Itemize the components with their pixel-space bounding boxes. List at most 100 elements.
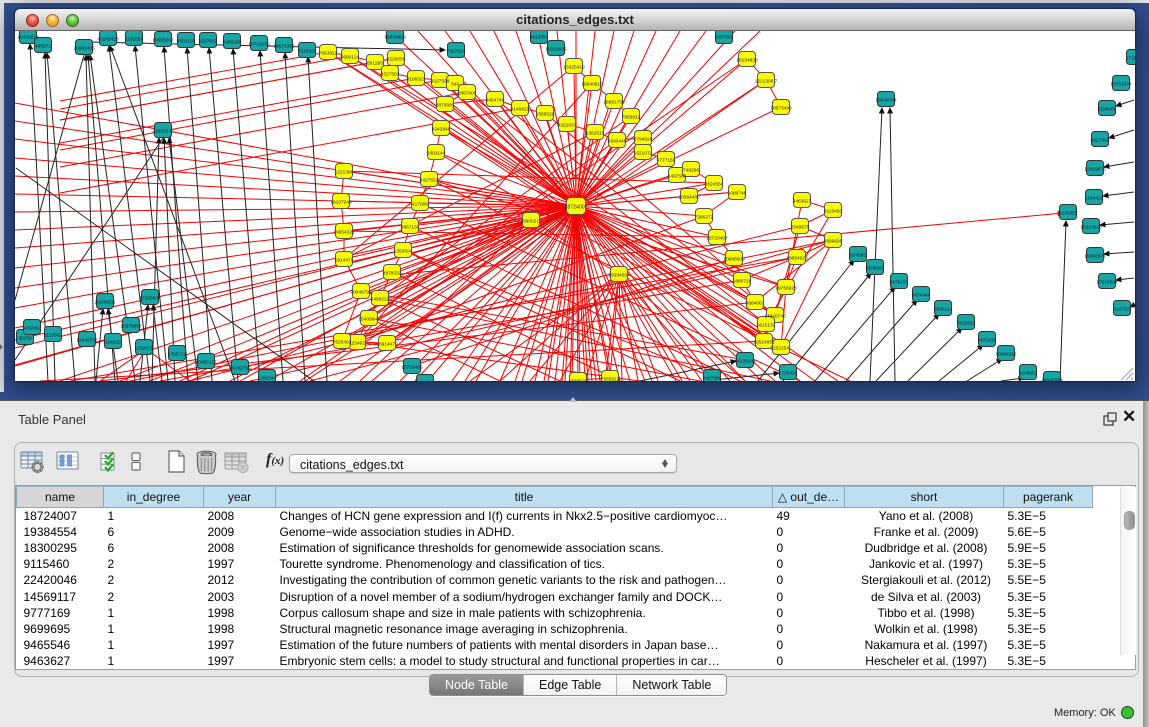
svg-text:15716485: 15716485 (401, 364, 423, 370)
svg-text:8186323: 8186323 (407, 76, 426, 82)
svg-text:16033809: 16033809 (384, 34, 406, 40)
svg-text:16961758: 16961758 (603, 99, 625, 105)
svg-text:1292344: 1292344 (258, 375, 277, 381)
svg-text:6990448: 6990448 (608, 138, 627, 144)
svg-text:9474444: 9474444 (912, 292, 931, 298)
svg-text:2935114: 2935114 (934, 306, 953, 312)
svg-text:14136141: 14136141 (734, 358, 756, 364)
svg-text:3624554: 3624554 (705, 181, 724, 187)
svg-text:10655267: 10655267 (152, 37, 174, 43)
svg-text:20206531: 20206531 (94, 299, 116, 305)
svg-text:16914479: 16914479 (376, 341, 398, 347)
svg-text:8660124: 8660124 (341, 54, 360, 60)
svg-text:3226058: 3226058 (387, 56, 406, 62)
svg-text:12093873: 12093873 (1084, 166, 1106, 172)
svg-text:1353594: 1353594 (394, 248, 413, 254)
svg-text:2087682: 2087682 (715, 34, 734, 40)
svg-text:5498222: 5498222 (371, 296, 390, 302)
svg-text:8813054: 8813054 (530, 34, 549, 40)
svg-text:19524851: 19524851 (753, 339, 775, 345)
svg-text:5938923: 5938923 (866, 265, 885, 271)
svg-text:9463627: 9463627 (793, 198, 812, 204)
svg-text:9146821: 9146821 (511, 106, 530, 112)
svg-text:8471626: 8471626 (978, 337, 997, 343)
svg-text:1588520: 1588520 (536, 111, 555, 117)
svg-text:8878332: 8878332 (383, 270, 402, 276)
svg-text:934095: 934095 (850, 252, 866, 258)
svg-text:8215955: 8215955 (1059, 210, 1078, 216)
svg-text:3875685: 3875685 (436, 102, 455, 108)
svg-text:2427868: 2427868 (703, 375, 722, 381)
svg-text:9699695: 9699695 (824, 238, 843, 244)
svg-text:20046798: 20046798 (350, 289, 372, 295)
svg-text:74016400: 74016400 (414, 380, 436, 381)
svg-text:9327503: 9327503 (381, 71, 400, 77)
svg-text:16210643: 16210643 (1080, 224, 1102, 230)
svg-text:19654321: 19654321 (333, 229, 355, 235)
svg-text:125402: 125402 (349, 340, 365, 346)
svg-text:891295: 891295 (367, 60, 383, 66)
svg-text:1733426: 1733426 (779, 370, 798, 376)
svg-text:7515526: 7515526 (298, 48, 317, 54)
svg-text:16154838: 16154838 (736, 57, 758, 63)
svg-text:6794028: 6794028 (634, 136, 653, 142)
svg-text:6497568: 6497568 (668, 173, 687, 179)
svg-text:16648784: 16648784 (875, 97, 897, 103)
svg-text:15409948: 15409948 (358, 316, 380, 322)
svg-text:252254: 252254 (773, 345, 789, 351)
svg-text:7357224: 7357224 (447, 48, 466, 54)
svg-text:1221396: 1221396 (335, 169, 354, 175)
svg-text:17359934: 17359934 (139, 295, 161, 301)
svg-text:9115460: 9115460 (824, 208, 843, 214)
svg-text:1795722: 1795722 (168, 351, 187, 357)
svg-text:7632621: 7632621 (957, 320, 976, 326)
svg-text:10719185: 10719185 (248, 41, 270, 47)
svg-text:7386372: 7386372 (695, 214, 714, 220)
svg-text:435001: 435001 (24, 325, 40, 331)
svg-text:19654923: 19654923 (786, 255, 808, 261)
svg-text:1115682: 1115682 (44, 332, 62, 338)
svg-text:1914479: 1914479 (335, 257, 354, 263)
svg-text:9593103: 9593103 (177, 38, 196, 44)
svg-text:1621072: 1621072 (634, 150, 653, 156)
svg-text:1362615: 1362615 (586, 130, 605, 136)
svg-text:116753: 116753 (1114, 306, 1130, 312)
svg-text:9884067: 9884067 (746, 300, 765, 306)
svg-text:1244415: 1244415 (1085, 195, 1104, 201)
svg-text:1221396 7: 1221396 7 (755, 78, 778, 84)
svg-text:13325419: 13325419 (563, 64, 585, 70)
svg-text:1250515: 1250515 (135, 345, 154, 351)
svg-text:20364486: 20364486 (678, 194, 700, 200)
svg-text:8322037: 8322037 (558, 122, 577, 128)
svg-text:546: 546 (451, 81, 459, 87)
svg-text:7625402: 7625402 (333, 339, 352, 345)
svg-text:15900215: 15900215 (520, 218, 542, 224)
svg-text:20691406: 20691406 (73, 45, 95, 51)
svg-text:8454749: 8454749 (486, 97, 505, 103)
svg-text:7955812: 7955812 (601, 376, 620, 381)
svg-text:39159: 39159 (18, 335, 32, 341)
svg-text:1588520: 1588520 (569, 378, 588, 381)
svg-text:10973493: 10973493 (770, 105, 792, 111)
svg-text:8427552: 8427552 (420, 177, 439, 183)
svg-text:9327508: 9327508 (431, 78, 450, 84)
svg-text:405571: 405571 (35, 43, 51, 49)
svg-text:1080748: 1080748 (728, 190, 747, 196)
svg-text:3867130: 3867130 (401, 224, 420, 230)
svg-text:10958117: 10958117 (196, 359, 217, 365)
svg-text:40265423: 40265423 (97, 36, 119, 42)
svg-text:1161559: 1161559 (125, 36, 144, 42)
svg-text:9329966: 9329966 (1098, 106, 1117, 112)
svg-text:746266: 746266 (683, 167, 699, 173)
svg-text:19384554: 19384554 (608, 272, 630, 278)
svg-text:21053346: 21053346 (152, 128, 174, 134)
svg-text:15720407: 15720407 (706, 235, 728, 241)
svg-text:7955812: 7955812 (622, 114, 641, 120)
svg-text:9227342: 9227342 (1091, 137, 1110, 143)
svg-text:19218506: 19218506 (545, 46, 567, 52)
svg-text:16640910: 16640910 (581, 81, 603, 87)
svg-text:19756928: 19756928 (775, 285, 797, 291)
svg-text:9242848: 9242848 (432, 126, 451, 132)
svg-text:10688609: 10688609 (723, 256, 745, 262)
svg-text:12942737: 12942737 (76, 337, 98, 343)
